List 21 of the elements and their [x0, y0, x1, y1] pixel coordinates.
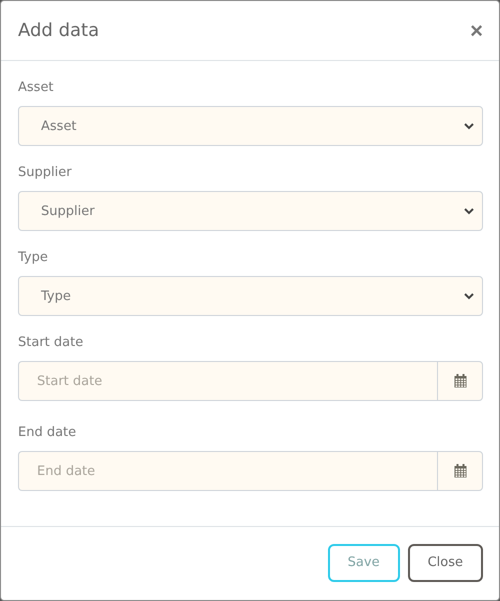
- save-button[interactable]: Save: [328, 544, 400, 582]
- field-label: Supplier: [18, 164, 73, 182]
- dialog-title: Add data: [18, 20, 100, 41]
- calendar-icon: [454, 374, 466, 388]
- date-field[interactable]: End date: [18, 451, 437, 491]
- close-button[interactable]: Close: [408, 544, 483, 582]
- select-field[interactable]: Asset: [18, 106, 483, 146]
- close-button[interactable]: ×: [470, 20, 483, 42]
- calendar-icon: [454, 464, 466, 478]
- field-label: End date: [18, 424, 78, 442]
- field-label: Asset: [18, 79, 55, 97]
- select-field[interactable]: Supplier: [18, 191, 483, 231]
- select-field[interactable]: Type: [18, 276, 483, 316]
- chevron-down-icon: [464, 208, 474, 214]
- chevron-down-icon: [464, 122, 474, 130]
- chevron-down-icon: [464, 292, 474, 300]
- date-field[interactable]: Start date: [18, 361, 437, 401]
- field-label: Type: [18, 249, 49, 267]
- field-label: Start date: [18, 334, 84, 352]
- calendar-button[interactable]: [437, 361, 483, 401]
- calendar-button[interactable]: [437, 451, 483, 491]
